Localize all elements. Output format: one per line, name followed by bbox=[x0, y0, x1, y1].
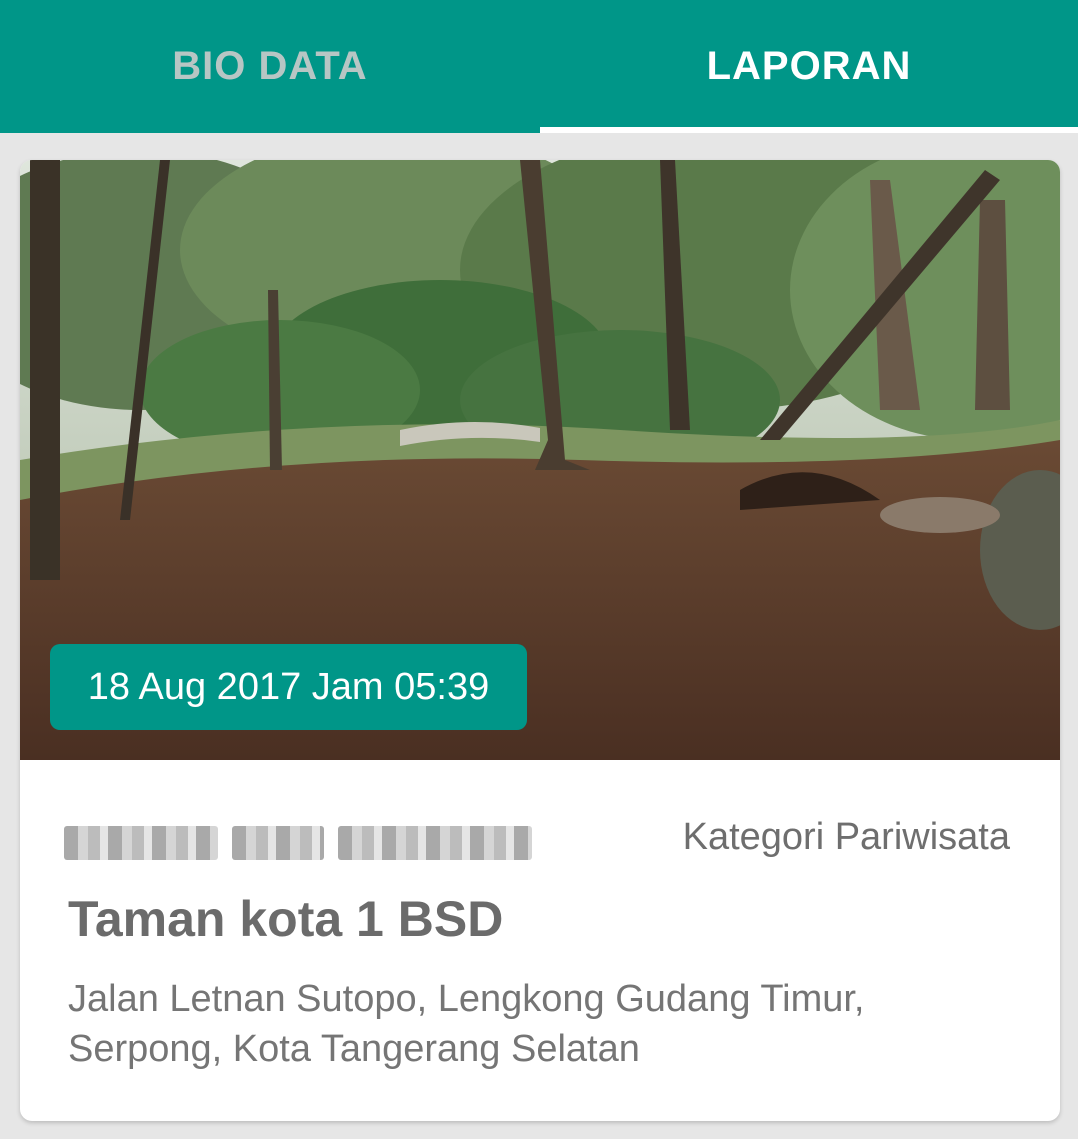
report-card[interactable]: 18 Aug 2017 Jam 05:39 Kategori Pariwisat… bbox=[20, 160, 1060, 1121]
report-date-badge: 18 Aug 2017 Jam 05:39 bbox=[50, 644, 527, 730]
report-photo[interactable]: 18 Aug 2017 Jam 05:39 bbox=[20, 160, 1060, 760]
report-address: Jalan Letnan Sutopo, Lengkong Gudang Tim… bbox=[68, 978, 865, 1070]
tab-selected-indicator bbox=[540, 127, 1078, 133]
redacted-block bbox=[232, 826, 324, 860]
tab-bar: BIO DATA LAPORAN bbox=[0, 0, 1078, 133]
redacted-block bbox=[338, 826, 532, 860]
report-category: Kategori Pariwisata bbox=[682, 816, 1010, 858]
tab-laporan[interactable]: LAPORAN bbox=[540, 0, 1078, 133]
report-title: Taman kota 1 BSD bbox=[68, 891, 504, 947]
redacted-block bbox=[64, 826, 218, 860]
tab-bio-data[interactable]: BIO DATA bbox=[0, 0, 540, 133]
author-name-redacted bbox=[64, 820, 534, 866]
